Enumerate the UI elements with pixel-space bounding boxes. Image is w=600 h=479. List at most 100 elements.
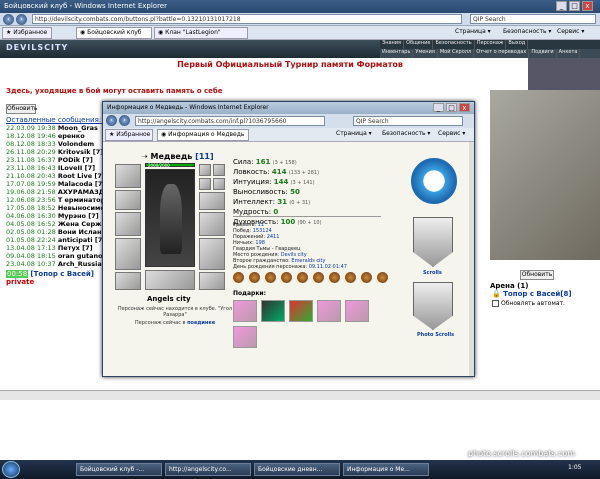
menu-exit[interactable]: Выход: [506, 40, 529, 49]
chat-row-user[interactable]: Volondem: [58, 140, 94, 148]
popup-search-input[interactable]: QIP Search: [353, 116, 463, 126]
gift-icon[interactable]: [233, 300, 257, 322]
menu-knowledge[interactable]: Знания: [380, 40, 405, 49]
badge-icon[interactable]: [329, 272, 340, 283]
badge-icon[interactable]: [377, 272, 388, 283]
taskbar-item[interactable]: Бойцовский клуб -...: [76, 463, 162, 476]
chat-row-user[interactable]: Т ерминатор: [58, 196, 105, 204]
submenu-feats[interactable]: Подвиги: [529, 49, 557, 58]
weapon-slot[interactable]: [115, 212, 141, 236]
leg-slot[interactable]: [199, 272, 225, 290]
photo-scrolls-shield-icon[interactable]: [413, 282, 453, 330]
chat-private[interactable]: private: [6, 278, 34, 286]
popup-favorites-button[interactable]: ★ Избранное: [105, 129, 153, 141]
search-input[interactable]: QIP Search: [470, 14, 596, 24]
start-button-icon[interactable]: [2, 461, 20, 478]
address-input[interactable]: http://devilscity.combats.com/buttons.pl…: [32, 14, 462, 24]
badge-icon[interactable]: [345, 272, 356, 283]
popup-tools-menu[interactable]: Сервис ▾: [435, 129, 473, 141]
popup-address-input[interactable]: http://angelscity.combats.com/inf.pl?103…: [135, 116, 325, 126]
tab-clan[interactable]: ◉ Клан "LastLegion": [154, 27, 248, 39]
scrolls-logo-icon[interactable]: [411, 158, 457, 204]
gift-icon[interactable]: [261, 300, 285, 322]
chat-row-user[interactable]: Вони Ислан: [58, 228, 102, 236]
scrolls-label[interactable]: Scrolls: [423, 270, 442, 276]
chat-row-user[interactable]: Malacoda [7]: [58, 180, 106, 188]
badge-icon[interactable]: [281, 272, 292, 283]
chat-row-user[interactable]: Root Live [7]: [58, 172, 105, 180]
popup-forward-icon[interactable]: ›: [119, 115, 130, 126]
photo-scrolls-label[interactable]: Photo Scrolls: [417, 332, 454, 338]
popup-maximize-button[interactable]: □: [446, 103, 457, 112]
badge-icon[interactable]: [233, 272, 244, 283]
taskbar-item[interactable]: Бойцовские дневн...: [254, 463, 340, 476]
chat-row-user[interactable]: Arch_Russia: [58, 260, 102, 268]
taskbar-item[interactable]: http://angelscity.co...: [165, 463, 251, 476]
arena-user[interactable]: 🔒 Топор с Васей[8]: [492, 290, 572, 298]
chat-row-user[interactable]: Жена Серж: [58, 220, 102, 228]
ring-slot-3[interactable]: [213, 178, 225, 190]
menu-security[interactable]: Безопасность: [433, 40, 475, 49]
belt-slot[interactable]: [115, 272, 141, 290]
ring-slot-2[interactable]: [199, 178, 211, 190]
chat-row-user[interactable]: anticipati [7]: [58, 236, 106, 244]
menu-character[interactable]: Персонаж: [475, 40, 507, 49]
messages-count[interactable]: Оставленные сообщения: 1: [6, 116, 108, 124]
gift-icon[interactable]: [289, 300, 313, 322]
chat-user[interactable]: [Топор с Васей]: [30, 270, 94, 278]
badge-icon[interactable]: [361, 272, 372, 283]
ring-slot-1[interactable]: [213, 164, 225, 176]
chat-row-user[interactable]: Kritovsik [7]: [58, 148, 103, 156]
scrolls-shield-icon[interactable]: [413, 217, 453, 267]
refresh-button[interactable]: Обновить: [6, 104, 37, 114]
badge-icon[interactable]: [249, 272, 260, 283]
badge-icon[interactable]: [297, 272, 308, 283]
close-button[interactable]: x: [582, 1, 593, 11]
offhand-slot[interactable]: [199, 238, 225, 270]
page-menu[interactable]: Страница ▾: [452, 27, 500, 39]
popup-close-button[interactable]: x: [459, 103, 470, 112]
forward-icon[interactable]: ›: [16, 14, 27, 25]
chat-row-user[interactable]: Невыносимо: [58, 204, 105, 212]
gift-icon[interactable]: [317, 300, 341, 322]
popup-tab-info[interactable]: ◉ Информация о Медведь: [157, 129, 249, 141]
maximize-button[interactable]: □: [569, 1, 580, 11]
boots-slot[interactable]: [145, 270, 195, 290]
back-icon[interactable]: ‹: [3, 14, 14, 25]
armor-slot[interactable]: [115, 238, 141, 270]
popup-security-menu[interactable]: Безопасность ▾: [379, 129, 435, 141]
popup-page-menu[interactable]: Страница ▾: [333, 129, 379, 141]
chat-row-user[interactable]: epeнко: [58, 132, 85, 140]
chat-row-user[interactable]: ILoveII [7]: [58, 164, 95, 172]
tools-menu[interactable]: Сервис ▾: [554, 27, 598, 39]
chat-row-user[interactable]: Moon_Gras: [58, 124, 98, 132]
auto-update-checkbox[interactable]: [492, 300, 499, 307]
submenu-transfers[interactable]: Отчет о переводах: [474, 49, 530, 58]
submenu-skills[interactable]: Умения: [413, 49, 438, 58]
tab-fight-club[interactable]: ◉ Бойцовский клуб: [76, 27, 152, 39]
taskbar-item[interactable]: Информация о Ме...: [343, 463, 429, 476]
gift-icon[interactable]: [233, 326, 257, 348]
badge-icon[interactable]: [265, 272, 276, 283]
popup-scrollbar[interactable]: [469, 142, 474, 376]
popup-minimize-button[interactable]: _: [433, 103, 444, 112]
battle-link[interactable]: поединке: [187, 320, 215, 326]
badge-icon[interactable]: [313, 272, 324, 283]
chat-row-user[interactable]: Петух [7]: [58, 244, 93, 252]
amulet-slot[interactable]: [115, 190, 141, 210]
minimize-button[interactable]: _: [556, 1, 567, 11]
chat-row-user[interactable]: PODik [7]: [58, 156, 93, 164]
submenu-inventory[interactable]: Инвентарь: [380, 49, 414, 58]
auto-update-toggle[interactable]: Обновлять автомат.: [492, 300, 565, 307]
shield-slot[interactable]: [199, 212, 225, 236]
refresh-arena-button[interactable]: Обновить: [520, 270, 554, 280]
menu-social[interactable]: Общение: [404, 40, 434, 49]
gloves-slot[interactable]: [199, 192, 225, 210]
earring-slot[interactable]: [199, 164, 211, 176]
security-menu[interactable]: Безопасность ▾: [500, 27, 554, 39]
popup-back-icon[interactable]: ‹: [106, 115, 117, 126]
helmet-slot[interactable]: [115, 164, 141, 188]
submenu-profile[interactable]: Анкета: [557, 49, 581, 58]
chat-row-user[interactable]: АХУРАМАЗДА: [58, 188, 106, 196]
submenu-scroll[interactable]: Мой Скролл: [438, 49, 475, 58]
